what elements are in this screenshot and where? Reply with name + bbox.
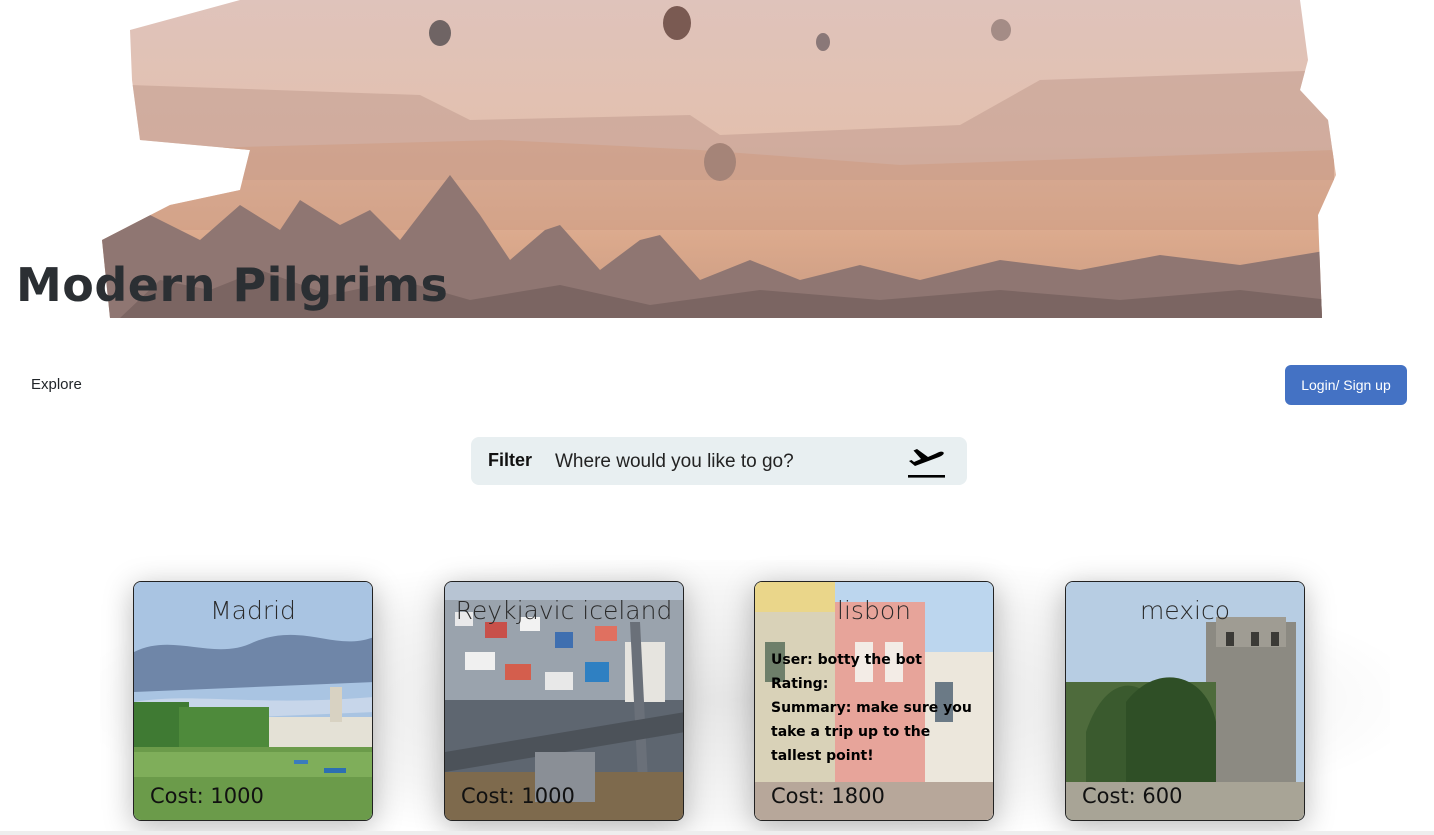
review-summary-line: tallest point! (771, 748, 874, 764)
review-summary-line: take a trip up to the (771, 724, 931, 740)
destination-card-mexico[interactable]: mexico Cost: 600 (1065, 581, 1305, 821)
card-cost: Cost: 1000 (461, 784, 575, 808)
airplane-takeoff-icon[interactable] (905, 444, 949, 480)
card-title: Reykjavic iceland (455, 596, 673, 625)
card-cost: Cost: 1000 (150, 784, 264, 808)
filter-label: Filter (488, 450, 533, 470)
destination-card-reykjavic[interactable]: Reykjavic iceland Cost: 1000 (444, 581, 684, 821)
review-user: User: botty the bot (771, 652, 922, 668)
card-cost: Cost: 1800 (771, 784, 885, 808)
page-bottom-border (0, 831, 1434, 835)
destination-card-madrid[interactable]: Madrid Cost: 1000 (133, 581, 373, 821)
hero-banner: Modern Pilgrims (0, 0, 1434, 318)
nav-explore-link[interactable]: Explore (31, 376, 82, 393)
card-cost: Cost: 600 (1082, 784, 1183, 808)
destination-card-lisbon[interactable]: lisbon User: botty the bot Rating: Summa… (754, 581, 994, 821)
card-title: mexico (1139, 596, 1231, 625)
review-summary-line: Summary: make sure you (771, 700, 972, 716)
card-title: Madrid (210, 596, 296, 625)
login-signup-button[interactable]: Login/ Sign up (1285, 365, 1407, 405)
card-title: lisbon (837, 596, 911, 625)
destination-search-input[interactable] (555, 445, 895, 479)
site-title: Modern Pilgrims (16, 258, 449, 312)
review-rating: Rating: (771, 676, 829, 692)
filter-bar: Filter (471, 437, 967, 485)
review-summary: User: botty the bot Rating: Summary: mak… (771, 648, 987, 768)
